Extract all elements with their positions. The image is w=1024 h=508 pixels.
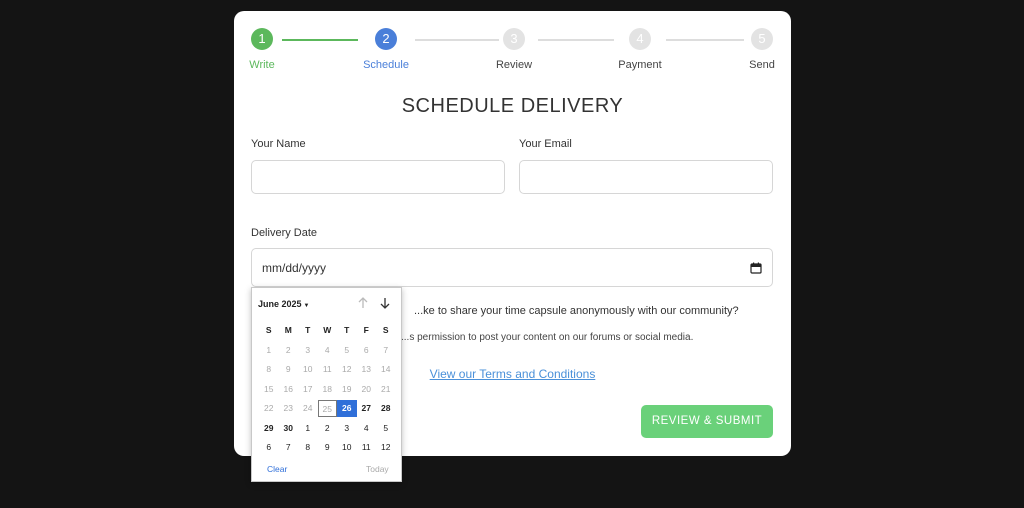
calendar-day[interactable]: 12 (376, 439, 396, 456)
weekday-tue: T (305, 325, 311, 335)
calendar-day: 7 (383, 344, 389, 355)
calendar-day[interactable]: 4 (357, 420, 377, 437)
calendar-day: 20 (361, 383, 371, 394)
calendar-day: 2 (285, 344, 291, 355)
calendar-day: 12 (342, 364, 352, 374)
calendar-day: 4 (324, 344, 330, 355)
page-title: SCHEDULE DELIVERY (401, 95, 624, 117)
clear-button[interactable]: Clear (267, 464, 287, 474)
calendar-day: 1 (266, 344, 272, 355)
calendar-day[interactable]: 29 (259, 420, 279, 437)
calendar-day: 17 (303, 383, 313, 394)
step-send[interactable]: 5 Send (732, 28, 792, 71)
step-connector-3 (538, 39, 614, 41)
permission-text: ...s permission to post your content on … (401, 332, 694, 343)
weekday-mon: M (284, 325, 292, 335)
calendar-day: 8 (266, 364, 272, 374)
step-schedule[interactable]: 2 Schedule (356, 28, 416, 71)
step-connector-1 (282, 39, 358, 41)
step-label: Payment (618, 59, 662, 71)
week-row: 29 30 1 2 3 4 5 (259, 420, 396, 440)
email-input[interactable] (519, 160, 773, 194)
calendar-day[interactable]: 7 (279, 439, 299, 456)
step-number: 3 (503, 28, 525, 50)
calendar-day: 5 (344, 344, 350, 355)
caret-down-icon: ▼ (303, 303, 310, 309)
calendar-day: 10 (303, 364, 313, 374)
step-payment[interactable]: 4 Payment (610, 28, 670, 71)
step-review[interactable]: 3 Review (484, 28, 544, 71)
calendar-day: 11 (322, 364, 332, 374)
date-picker-popup: June 2025▼ S M T W T F S 1 2 3 4 5 6 7 (251, 287, 402, 482)
calendar-day-focused: 25 (317, 400, 337, 417)
weekday-sat: S (382, 325, 389, 335)
step-number: 1 (251, 28, 273, 50)
calendar-day[interactable]: 27 (357, 400, 377, 417)
calendar-day-selected[interactable]: 26 (337, 400, 357, 417)
email-label: Your Email (519, 138, 572, 150)
calendar-icon[interactable] (750, 262, 762, 274)
calendar-day[interactable]: 30 (279, 420, 299, 437)
step-number: 2 (375, 28, 397, 50)
step-write[interactable]: 1 Write (232, 28, 292, 71)
calendar-day: 21 (381, 383, 391, 394)
calendar-day[interactable]: 3 (337, 420, 357, 437)
today-button[interactable]: Today (366, 464, 389, 474)
step-label: Write (249, 59, 275, 71)
step-number: 5 (751, 28, 773, 50)
calendar-day[interactable]: 8 (298, 439, 318, 456)
week-row: 6 7 8 9 10 11 12 (259, 439, 396, 459)
calendar-day[interactable]: 9 (318, 439, 338, 456)
calendar-day[interactable]: 28 (376, 400, 396, 417)
calendar-day: 16 (283, 383, 293, 394)
calendar-grid: S M T W T F S 1 2 3 4 5 6 7 8 9 10 11 12… (259, 322, 396, 459)
calendar-day: 19 (342, 383, 352, 394)
calendar-day: 23 (283, 403, 293, 413)
calendar-day: 9 (285, 364, 291, 374)
calendar-day: 6 (363, 344, 369, 355)
step-label: Review (495, 59, 533, 71)
calendar-day: 15 (264, 383, 274, 394)
review-submit-button[interactable]: REVIEW & SUBMIT (641, 405, 773, 438)
month-label: June 2025 (258, 299, 302, 309)
calendar-day: 3 (305, 344, 311, 355)
calendar-day: 14 (381, 364, 391, 374)
name-input[interactable] (251, 160, 505, 194)
step-label: Send (749, 59, 775, 71)
calendar-day[interactable]: 5 (376, 420, 396, 437)
date-placeholder: mm/dd/yyyy (262, 260, 327, 275)
step-number: 4 (629, 28, 651, 50)
week-row: 15 16 17 18 19 20 21 (259, 381, 396, 401)
week-row: 1 2 3 4 5 6 7 (259, 342, 396, 362)
calendar-day[interactable]: 11 (357, 439, 377, 456)
calendar-day: 13 (361, 364, 371, 374)
month-selector[interactable]: June 2025 ▼ (258, 299, 309, 309)
weekday-header-row: S M T W T F S (259, 322, 396, 342)
name-label: Your Name (251, 138, 306, 150)
weekday-fri: F (363, 325, 369, 335)
calendar-day[interactable]: 10 (337, 439, 357, 456)
week-row: 8 9 10 11 12 13 14 (259, 361, 396, 381)
week-row: 22 23 24 25 26 27 28 (259, 400, 396, 420)
calendar-day[interactable]: 6 (259, 439, 279, 456)
step-label: Schedule (363, 59, 409, 71)
weekday-thu: T (344, 325, 350, 335)
calendar-day[interactable]: 2 (318, 420, 338, 437)
calendar-day: 24 (303, 403, 313, 413)
delivery-date-label: Delivery Date (251, 227, 318, 239)
calendar-day[interactable]: 1 (298, 420, 318, 437)
weekday-wed: W (323, 325, 332, 335)
calendar-day: 18 (322, 383, 332, 394)
arrow-up-icon[interactable] (356, 296, 370, 310)
weekday-sun: S (265, 325, 272, 335)
arrow-down-icon[interactable] (378, 296, 392, 310)
share-question: ...ke to share your time capsule anonymo… (414, 305, 739, 317)
delivery-date-input[interactable]: mm/dd/yyyy (251, 248, 773, 287)
calendar-day: 22 (264, 403, 274, 413)
